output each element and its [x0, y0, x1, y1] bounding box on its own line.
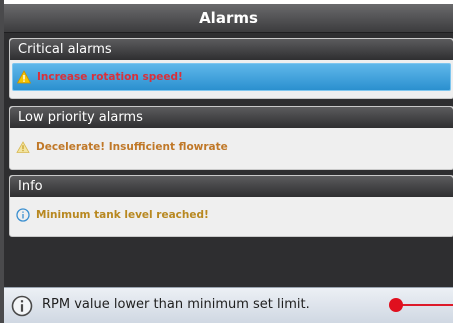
slider-handle[interactable]: [389, 298, 403, 312]
info-section: Info Minimum tank level reached!: [9, 175, 453, 237]
warning-triangle-icon: [17, 70, 31, 84]
status-bar: RPM value lower than minimum set limit.: [4, 287, 453, 323]
info-text: Minimum tank level reached!: [36, 209, 209, 221]
low-priority-alarms-section: Low priority alarms Decelerate! Insuffic…: [9, 106, 453, 170]
info-circle-icon: [11, 295, 33, 317]
info-circle-icon: [16, 208, 30, 222]
status-message: RPM value lower than minimum set limit.: [42, 297, 310, 312]
slider-track[interactable]: [397, 304, 453, 306]
critical-alarms-section: Critical alarms Increase rotation speed!: [9, 38, 453, 99]
low-priority-alarms-header: Low priority alarms: [10, 107, 453, 128]
window-title: Alarms: [4, 4, 453, 33]
alarms-window: Alarms Critical alarms Increase rotation…: [4, 4, 453, 323]
warning-triangle-icon: [16, 141, 30, 153]
screen: Alarms Critical alarms Increase rotation…: [0, 0, 457, 323]
low-priority-alarm-row[interactable]: Decelerate! Insufficient flowrate: [12, 134, 451, 160]
critical-alarms-header: Critical alarms: [10, 39, 453, 60]
critical-alarm-text: Increase rotation speed!: [37, 71, 183, 83]
low-priority-alarm-text: Decelerate! Insufficient flowrate: [36, 141, 228, 153]
info-row[interactable]: Minimum tank level reached!: [12, 202, 451, 228]
info-header: Info: [10, 176, 453, 197]
critical-alarm-row[interactable]: Increase rotation speed!: [12, 63, 451, 91]
